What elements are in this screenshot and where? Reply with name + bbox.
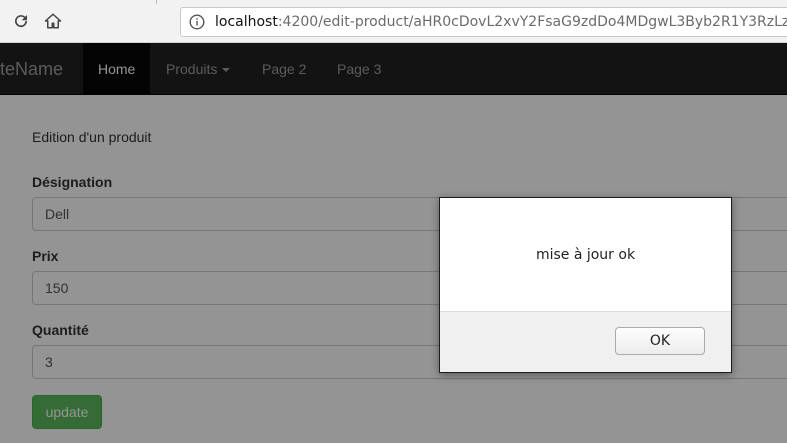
toolbar-separator [156, 0, 157, 4]
url-path: :4200/edit-product/aHR0cDovL2xvY2FsaG9zd… [277, 14, 787, 30]
browser-toolbar: localhost:4200/edit-product/aHR0cDovL2xv… [0, 0, 787, 43]
info-icon[interactable] [189, 14, 205, 30]
alert-footer: OK [440, 311, 731, 372]
reload-icon[interactable] [10, 10, 32, 32]
home-icon[interactable] [42, 10, 64, 32]
alert-dialog: mise à jour ok OK [439, 197, 732, 373]
address-bar[interactable]: localhost:4200/edit-product/aHR0cDovL2xv… [180, 7, 787, 37]
ok-button[interactable]: OK [615, 327, 705, 355]
alert-message: mise à jour ok [535, 246, 636, 263]
url-host: localhost [215, 14, 278, 30]
